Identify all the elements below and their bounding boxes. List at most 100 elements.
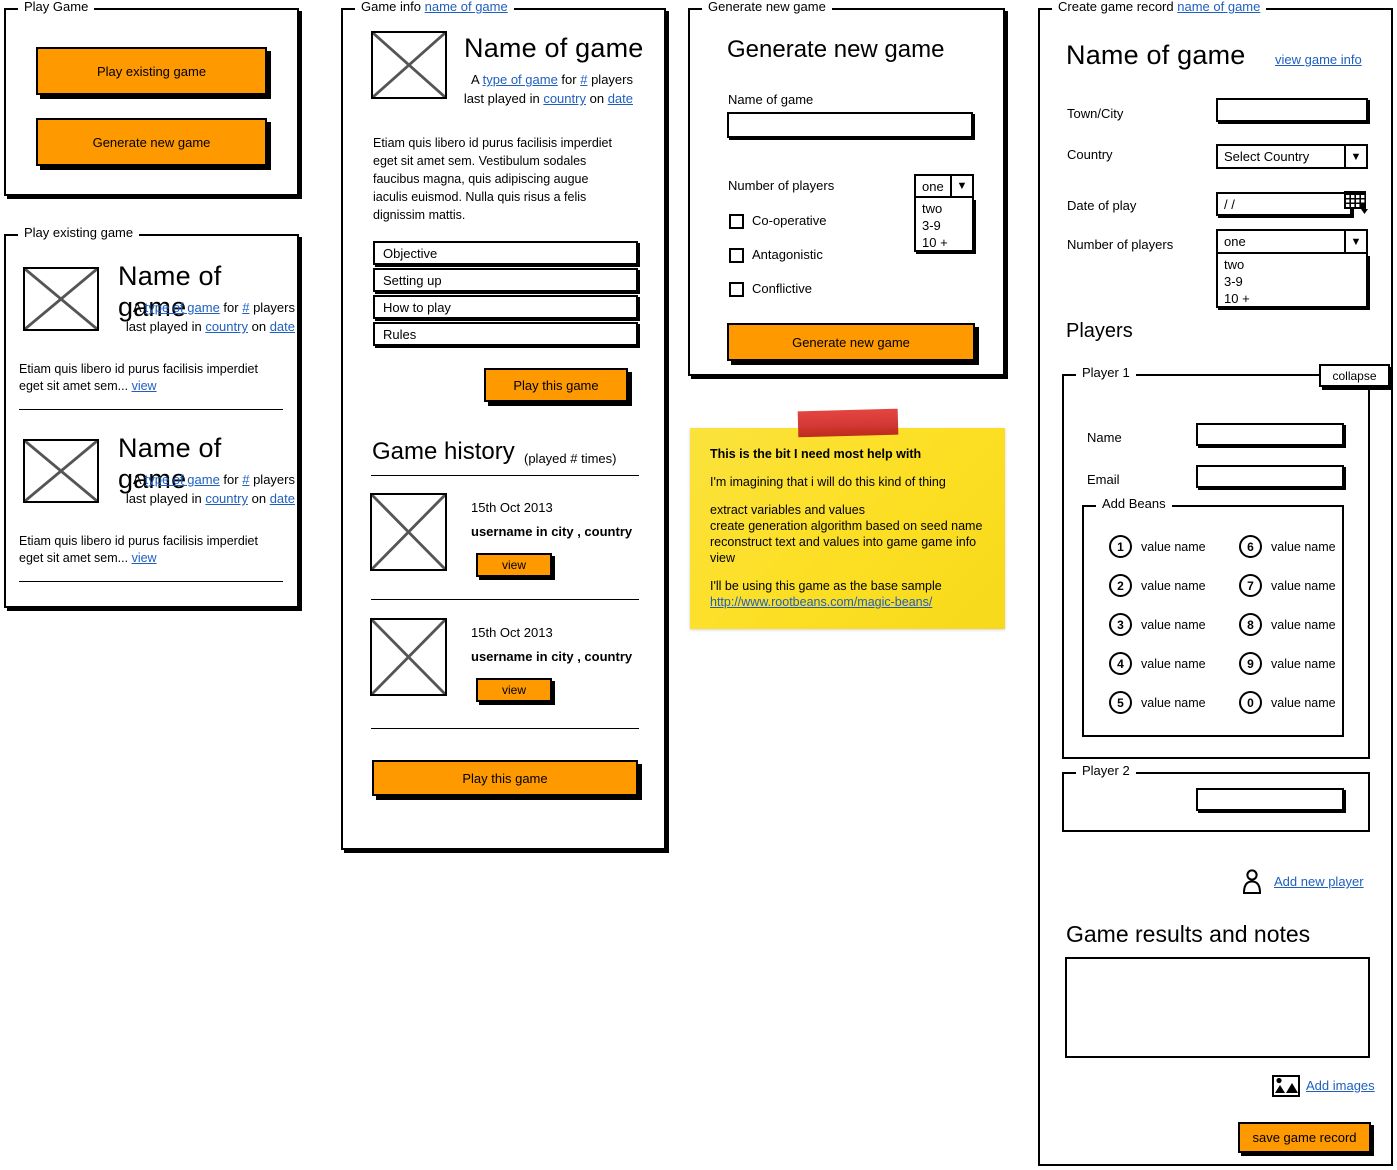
tape-icon xyxy=(797,408,898,438)
date-of-play-input[interactable]: / / xyxy=(1216,192,1352,216)
option-two[interactable]: two xyxy=(922,200,972,217)
chevron-down-icon: ▼ xyxy=(950,176,972,196)
play-existing-game-label: Play existing game xyxy=(96,63,207,79)
history-view-button[interactable]: view xyxy=(476,678,552,702)
player-1-collapse-label: collapse xyxy=(1332,368,1377,383)
player-1-name-input[interactable] xyxy=(1196,423,1344,446)
play-existing-game-button[interactable]: Play existing game xyxy=(36,47,267,95)
checkbox-co-operative[interactable] xyxy=(729,214,744,229)
country-link[interactable]: country xyxy=(205,319,248,334)
play-this-game-button-bottom[interactable]: Play this game xyxy=(372,760,638,796)
meta-players: players xyxy=(253,300,295,315)
bean-item[interactable]: 9 value name xyxy=(1239,652,1336,675)
generate-players-options[interactable]: two 3-9 10 + xyxy=(914,198,974,252)
player-1-email-input[interactable] xyxy=(1196,465,1344,488)
bean-item[interactable]: 4 value name xyxy=(1109,652,1206,675)
date-link[interactable]: date xyxy=(270,491,295,506)
generate-name-input[interactable] xyxy=(727,112,973,138)
town-city-label: Town/City xyxy=(1067,106,1124,121)
panel-create-record-legend-link[interactable]: name of game xyxy=(1177,0,1260,14)
section-row-how-to-play[interactable]: How to play xyxy=(373,295,638,319)
add-user-icon[interactable] xyxy=(1240,868,1264,894)
bean-number-icon: 1 xyxy=(1109,535,1132,558)
game-excerpt: Etiam quis libero id purus facilisis imp… xyxy=(19,533,281,567)
meta-a: A xyxy=(133,472,142,487)
player-2-fieldset: Player 2 xyxy=(1062,764,1370,832)
section-row-rules[interactable]: Rules xyxy=(373,322,638,346)
option-3-9[interactable]: 3-9 xyxy=(922,217,972,234)
view-link[interactable]: view xyxy=(132,551,157,565)
meta-a: A xyxy=(471,72,480,87)
country-link[interactable]: country xyxy=(543,91,586,106)
option-3-9[interactable]: 3-9 xyxy=(1224,273,1366,290)
beans-column-right: 6 value name 7 value name 8 value name 9… xyxy=(1239,535,1336,730)
bean-item[interactable]: 2 value name xyxy=(1109,574,1206,597)
record-players-options[interactable]: two 3-9 10 + xyxy=(1216,254,1368,308)
record-title: Name of game xyxy=(1066,40,1246,70)
game-info-meta: A type of game for # players last played… xyxy=(453,70,633,108)
bean-item[interactable]: 3 value name xyxy=(1109,613,1206,636)
results-textarea[interactable] xyxy=(1065,957,1370,1058)
bean-item[interactable]: 0 value name xyxy=(1239,691,1336,714)
player-1-collapse-button[interactable]: collapse xyxy=(1319,364,1390,387)
player-2-input[interactable] xyxy=(1196,788,1344,811)
play-this-game-button-top[interactable]: Play this game xyxy=(484,368,628,402)
date-link[interactable]: date xyxy=(270,319,295,334)
generate-new-game-button[interactable]: Generate new game xyxy=(36,118,267,166)
bean-item[interactable]: 6 value name xyxy=(1239,535,1336,558)
add-images-link[interactable]: Add images xyxy=(1306,1078,1375,1093)
bean-label: value name xyxy=(1271,539,1336,554)
meta-a: A xyxy=(133,300,142,315)
country-link[interactable]: country xyxy=(205,491,248,506)
panel-game-info-legend-link[interactable]: name of game xyxy=(425,0,508,14)
panel-create-record-legend: Create game record name of game xyxy=(1052,0,1267,14)
bean-number-icon: 9 xyxy=(1239,652,1262,675)
section-label: Rules xyxy=(383,326,417,342)
sticky-note-step-4: view xyxy=(710,551,736,565)
history-thumbnail xyxy=(370,618,447,696)
type-of-game-link[interactable]: type of game xyxy=(145,300,220,315)
option-10-plus[interactable]: 10 + xyxy=(922,234,972,251)
player-count-link[interactable]: # xyxy=(242,472,249,487)
view-link[interactable]: view xyxy=(132,379,157,393)
meta-for: for xyxy=(223,472,239,487)
checkbox-conflictive[interactable] xyxy=(729,282,744,297)
sticky-note-step-3: reconstruct text and values into game ga… xyxy=(710,535,977,549)
view-game-info-link[interactable]: view game info xyxy=(1275,52,1362,67)
date-link[interactable]: date xyxy=(608,91,633,106)
panel-game-info: Game info name of game Name of game A ty… xyxy=(341,0,666,850)
town-city-input[interactable] xyxy=(1216,98,1368,122)
section-row-setting-up[interactable]: Setting up xyxy=(373,268,638,292)
section-label: How to play xyxy=(383,299,451,315)
bean-label: value name xyxy=(1271,656,1336,671)
checkbox-antagonistic[interactable] xyxy=(729,248,744,263)
divider xyxy=(371,728,639,729)
game-hero-thumbnail xyxy=(371,31,447,99)
game-thumbnail xyxy=(23,267,99,331)
bean-item[interactable]: 8 value name xyxy=(1239,613,1336,636)
history-view-label: view xyxy=(501,683,526,697)
record-players-select[interactable]: one ▼ xyxy=(1216,229,1368,254)
sticky-note-url[interactable]: http://www.rootbeans.com/magic-beans/ xyxy=(710,594,991,610)
option-two[interactable]: two xyxy=(1224,256,1366,273)
bean-item[interactable]: 1 value name xyxy=(1109,535,1206,558)
generate-submit-button[interactable]: Generate new game xyxy=(727,323,975,361)
player-count-link[interactable]: # xyxy=(580,72,587,87)
add-images-icon[interactable] xyxy=(1272,1074,1300,1098)
add-new-player-link[interactable]: Add new player xyxy=(1274,874,1364,889)
bean-item[interactable]: 7 value name xyxy=(1239,574,1336,597)
calendar-icon[interactable] xyxy=(1342,188,1370,216)
type-of-game-link[interactable]: type of game xyxy=(145,472,220,487)
checkbox-co-operative-label: Co-operative xyxy=(752,213,827,228)
country-select[interactable]: Select Country ▼ xyxy=(1216,144,1368,169)
meta-for: for xyxy=(223,300,239,315)
history-view-button[interactable]: view xyxy=(476,553,552,577)
section-row-objective[interactable]: Objective xyxy=(373,241,638,265)
generate-new-game-label: Generate new game xyxy=(92,134,211,150)
bean-item[interactable]: 5 value name xyxy=(1109,691,1206,714)
player-count-link[interactable]: # xyxy=(242,300,249,315)
option-10-plus[interactable]: 10 + xyxy=(1224,290,1366,307)
generate-players-select[interactable]: one ▼ xyxy=(914,174,974,198)
save-game-record-button[interactable]: save game record xyxy=(1238,1122,1371,1153)
type-of-game-link[interactable]: type of game xyxy=(483,72,558,87)
